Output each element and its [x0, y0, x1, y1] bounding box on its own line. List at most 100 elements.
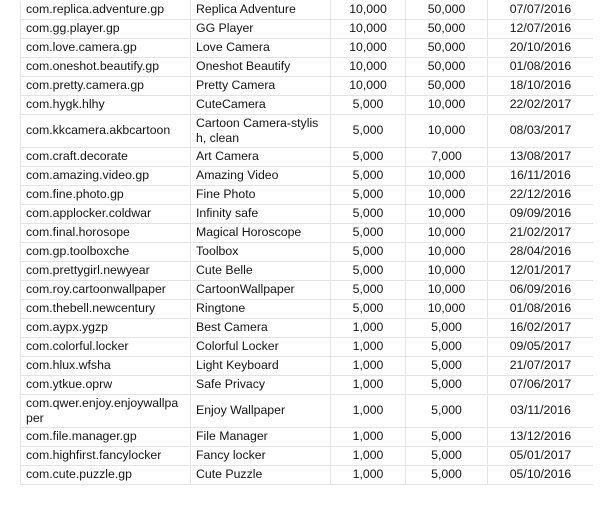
cell-estimate: 10,000 — [405, 299, 488, 319]
cell-date: 06/09/2016 — [487, 280, 593, 300]
cell-app-name: Safe Privacy — [190, 375, 331, 395]
cell-date: 05/10/2016 — [487, 465, 593, 485]
table-row: com.gp.toolboxche Toolbox 5,000 10,000 28/04… — [20, 242, 593, 262]
cell-estimate: 10,000 — [405, 242, 488, 262]
cell-date: 16/11/2016 — [487, 166, 593, 186]
cell-installs: 10,000 — [330, 38, 406, 58]
cell-installs: 10,000 — [330, 0, 406, 20]
cell-date: 07/06/2017 — [487, 375, 593, 395]
cell-estimate: 10,000 — [405, 204, 488, 224]
cell-app-name: Cute Puzzle — [190, 465, 331, 485]
cell-date: 22/12/2016 — [487, 185, 593, 205]
cell-app-name: Art Camera — [190, 147, 331, 167]
cell-package-name: com.oneshot.beautify.gp — [20, 57, 191, 77]
table-row: com.cute.puzzle.gp Cute Puzzle 1,000 5,000 0… — [20, 465, 593, 485]
cell-app-name: Amazing Video — [190, 166, 331, 186]
cell-installs: 5,000 — [330, 147, 406, 167]
cell-date: 05/01/2017 — [487, 446, 593, 466]
cell-installs: 1,000 — [330, 375, 406, 395]
cell-package-name: com.aypx.ygzp — [20, 318, 191, 338]
cell-estimate: 10,000 — [405, 185, 488, 205]
cell-date: 20/10/2016 — [487, 38, 593, 58]
cell-app-name: Fancy locker — [190, 446, 331, 466]
cell-installs: 5,000 — [330, 299, 406, 319]
cell-package-name: com.replica.adventure.gp — [20, 0, 191, 20]
table-row: com.craft.decorate Art Camera 5,000 7,000 13… — [20, 147, 593, 167]
cell-package-name: com.thebell.newcentury — [20, 299, 191, 319]
table-row: com.prettygirl.newyear Cute Belle 5,000 10,… — [20, 261, 593, 281]
cell-estimate: 5,000 — [405, 375, 488, 395]
cell-estimate: 50,000 — [405, 57, 488, 77]
cell-estimate: 10,000 — [405, 280, 488, 300]
cell-date: 01/08/2016 — [487, 299, 593, 319]
table-row: com.hlux.wfsha Light Keyboard 1,000 5,000 21… — [20, 356, 593, 376]
app-table-container: com.replica.adventure.gp Replica Adventur… — [20, 0, 593, 485]
cell-package-name: com.gg.player.gp — [20, 19, 191, 39]
cell-package-name: com.craft.decorate — [20, 147, 191, 167]
cell-package-name: com.file.manager.gp — [20, 427, 191, 447]
table-row: com.kkcamera.akbcartoon Cartoon Camera-st… — [20, 114, 593, 148]
cell-package-name: com.gp.toolboxche — [20, 242, 191, 262]
cell-date: 01/08/2016 — [487, 57, 593, 77]
cell-estimate: 50,000 — [405, 19, 488, 39]
cell-estimate: 10,000 — [405, 223, 488, 243]
table-row: com.replica.adventure.gp Replica Adventur… — [20, 0, 593, 20]
cell-app-name: Best Camera — [190, 318, 331, 338]
table-row: com.fine.photo.gp Fine Photo 5,000 10,000 22… — [20, 185, 593, 205]
cell-date: 28/04/2016 — [487, 242, 593, 262]
cell-app-name: Ringtone — [190, 299, 331, 319]
cell-estimate: 50,000 — [405, 76, 488, 96]
cell-estimate: 10,000 — [405, 261, 488, 281]
cell-package-name: com.cute.puzzle.gp — [20, 465, 191, 485]
cell-installs: 10,000 — [330, 19, 406, 39]
cell-app-name: Cute Belle — [190, 261, 331, 281]
cell-installs: 5,000 — [330, 95, 406, 115]
cell-app-name: Magical Horoscope — [190, 223, 331, 243]
cell-app-name: Infinity safe — [190, 204, 331, 224]
table-row: com.hygk.hlhy CuteCamera 5,000 10,000 22/02/… — [20, 95, 593, 115]
cell-app-name: File Manager — [190, 427, 331, 447]
cell-date: 18/10/2016 — [487, 76, 593, 96]
cell-app-name: Replica Adventure — [190, 0, 331, 20]
app-listing-table: com.replica.adventure.gp Replica Adventur… — [20, 0, 593, 485]
cell-app-name: Light Keyboard — [190, 356, 331, 376]
cell-date: 21/02/2017 — [487, 223, 593, 243]
cell-estimate: 10,000 — [405, 95, 488, 115]
cell-installs: 1,000 — [330, 394, 406, 428]
cell-package-name: com.colorful.locker — [20, 337, 191, 357]
cell-estimate: 5,000 — [405, 465, 488, 485]
cell-installs: 5,000 — [330, 114, 406, 148]
cell-app-name: Oneshot Beautify — [190, 57, 331, 77]
cell-date: 13/08/2017 — [487, 147, 593, 167]
table-row: com.qwer.enjoy.enjoywallpaper Enjoy Wallp… — [20, 394, 593, 428]
cell-estimate: 10,000 — [405, 166, 488, 186]
cell-installs: 5,000 — [330, 185, 406, 205]
cell-installs: 1,000 — [330, 337, 406, 357]
table-row: com.amazing.video.gp Amazing Video 5,000 10… — [20, 166, 593, 186]
table-row: com.roy.cartoonwallpaper CartoonWallpaper… — [20, 280, 593, 300]
cell-date: 16/02/2017 — [487, 318, 593, 338]
cell-package-name: com.amazing.video.gp — [20, 166, 191, 186]
cell-app-name: Fine Photo — [190, 185, 331, 205]
table-row: com.love.camera.gp Love Camera 10,000 50,00… — [20, 38, 593, 58]
cell-package-name: com.roy.cartoonwallpaper — [20, 280, 191, 300]
cell-date: 13/12/2016 — [487, 427, 593, 447]
cell-package-name: com.pretty.camera.gp — [20, 76, 191, 96]
cell-estimate: 50,000 — [405, 38, 488, 58]
cell-package-name: com.qwer.enjoy.enjoywallpaper — [20, 394, 191, 428]
table-row: com.highfirst.fancylocker Fancy locker 1,0… — [20, 446, 593, 466]
cell-estimate: 5,000 — [405, 356, 488, 376]
cell-installs: 1,000 — [330, 465, 406, 485]
table-row: com.oneshot.beautify.gp Oneshot Beautify 1… — [20, 57, 593, 77]
cell-app-name: Love Camera — [190, 38, 331, 58]
cell-installs: 5,000 — [330, 261, 406, 281]
table-row: com.colorful.locker Colorful Locker 1,000 5… — [20, 337, 593, 357]
cell-installs: 5,000 — [330, 280, 406, 300]
cell-date: 21/07/2017 — [487, 356, 593, 376]
cell-app-name: Pretty Camera — [190, 76, 331, 96]
cell-package-name: com.prettygirl.newyear — [20, 261, 191, 281]
cell-estimate: 5,000 — [405, 446, 488, 466]
cell-estimate: 7,000 — [405, 147, 488, 167]
cell-app-name: Toolbox — [190, 242, 331, 262]
cell-date: 09/09/2016 — [487, 204, 593, 224]
